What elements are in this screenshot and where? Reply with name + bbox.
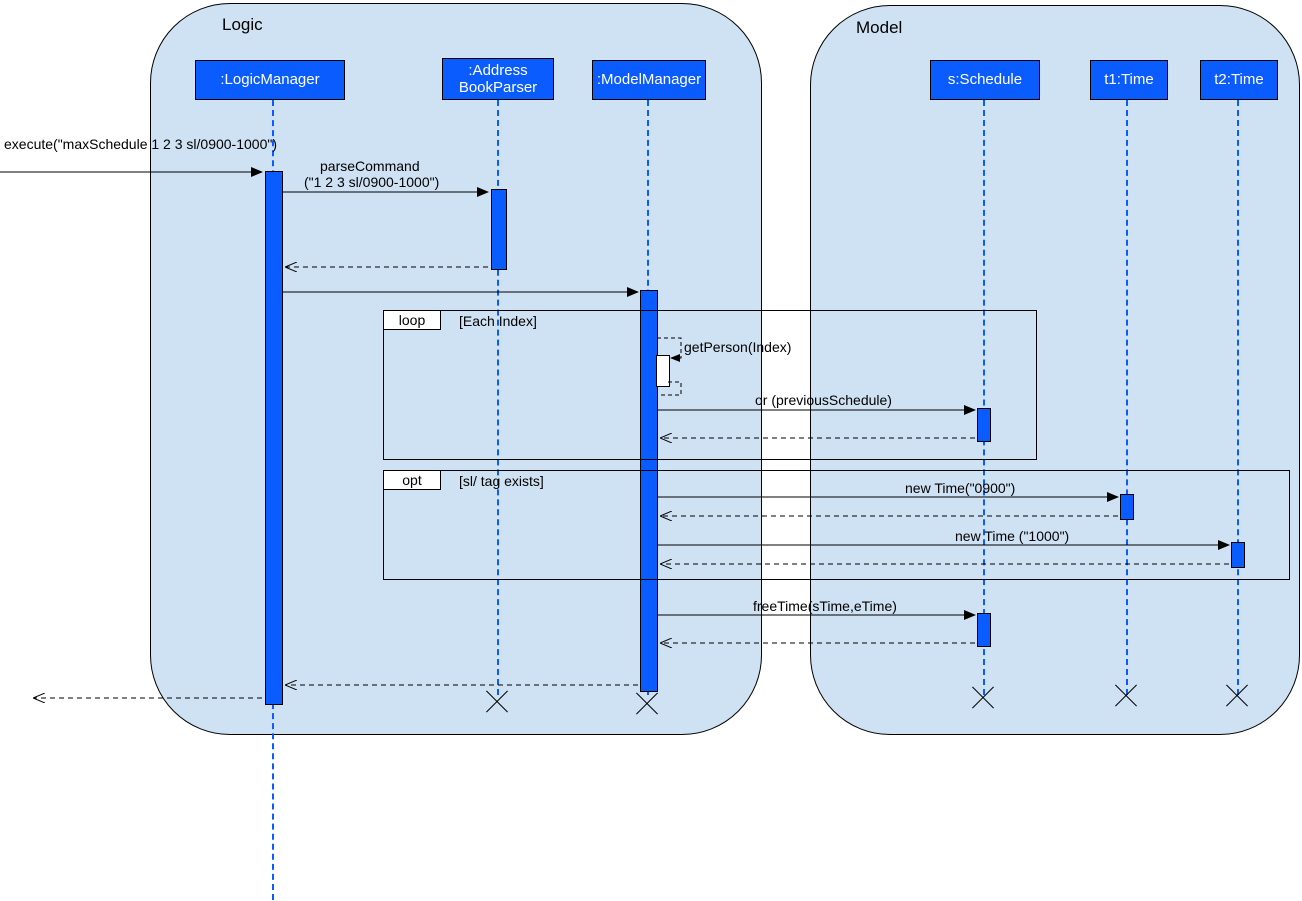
arrows bbox=[0, 0, 1302, 901]
